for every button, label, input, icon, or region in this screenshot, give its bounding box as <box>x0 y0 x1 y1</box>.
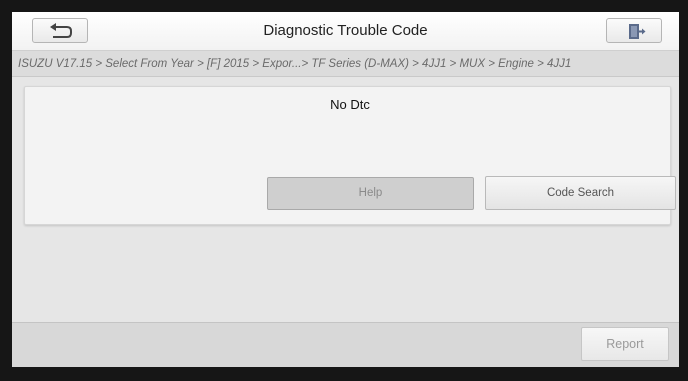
device-bezel: Diagnostic Trouble Code ISUZU V17.15 > S… <box>0 0 688 381</box>
exit-button[interactable] <box>606 18 662 43</box>
code-search-button[interactable]: Code Search <box>485 176 676 210</box>
dtc-result-panel: No Dtc Help Code Search <box>24 86 676 225</box>
bottom-toolbar: Report <box>12 322 679 367</box>
back-arrow-icon <box>50 23 72 38</box>
back-button[interactable] <box>32 18 88 43</box>
help-button[interactable]: Help <box>267 177 474 210</box>
dtc-status-message: No Dtc <box>330 97 370 112</box>
report-button[interactable]: Report <box>581 327 669 361</box>
exit-door-icon <box>629 24 646 39</box>
page-title: Diagnostic Trouble Code <box>263 22 428 39</box>
breadcrumb: ISUZU V17.15 > Select From Year > [F] 20… <box>12 51 679 77</box>
title-bar: Diagnostic Trouble Code <box>12 12 679 51</box>
device-screen: Diagnostic Trouble Code ISUZU V17.15 > S… <box>12 12 679 367</box>
